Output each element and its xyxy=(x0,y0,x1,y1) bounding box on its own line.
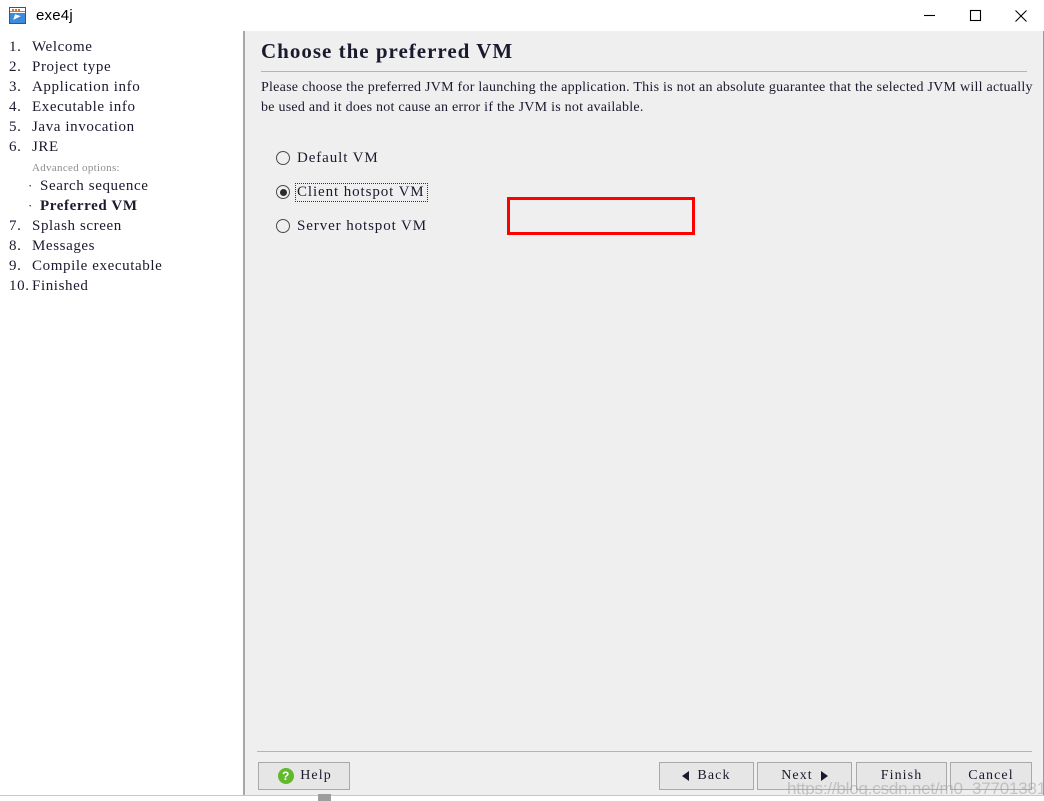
sidebar-step-application-info[interactable]: 3. Application info xyxy=(0,79,243,99)
sidebar-step-executable-info[interactable]: 4. Executable info xyxy=(0,99,243,119)
help-button-label: Help xyxy=(300,768,332,783)
finish-button[interactable]: Finish xyxy=(856,762,947,790)
exe4j-wizard-window: exe4j 1. Welcome 2. Project type 3. Appl… xyxy=(0,0,1044,801)
wizard-content-panel: Choose the preferred VM Please choose th… xyxy=(245,31,1044,801)
step-label: Executable info xyxy=(32,99,136,115)
step-label: Project type xyxy=(32,59,112,75)
wizard-button-bar: ? Help Back Next Finish Cancel xyxy=(245,752,1043,801)
app-icon-titlebar xyxy=(10,8,25,12)
substep-label: Search sequence xyxy=(40,178,149,194)
page-title: Choose the preferred VM xyxy=(261,39,514,63)
sidebar-step-messages[interactable]: 8. Messages xyxy=(0,238,243,258)
step-label: Messages xyxy=(32,238,96,254)
title-divider xyxy=(261,71,1027,72)
sidebar-step-compile-executable[interactable]: 9. Compile executable xyxy=(0,258,243,278)
step-label: JRE xyxy=(32,139,59,155)
step-label: Splash screen xyxy=(32,218,122,234)
maximize-icon xyxy=(969,9,981,22)
radio-button-icon[interactable] xyxy=(276,151,290,165)
sidebar-step-splash-screen[interactable]: 7. Splash screen xyxy=(0,218,243,238)
radio-button-icon[interactable] xyxy=(276,185,290,199)
cancel-button[interactable]: Cancel xyxy=(950,762,1032,790)
finish-button-label: Finish xyxy=(880,768,923,783)
help-button[interactable]: ? Help xyxy=(258,762,350,790)
sidebar-step-welcome[interactable]: 1. Welcome xyxy=(0,39,243,59)
step-label: Finished xyxy=(32,278,89,294)
step-label: Application info xyxy=(32,79,141,95)
maximize-button[interactable] xyxy=(952,0,998,31)
triangle-left-icon xyxy=(682,771,690,781)
radio-option-server-hotspot-vm[interactable]: Server hotspot VM xyxy=(276,209,696,243)
bullet-icon: · xyxy=(28,198,33,213)
window-title: exe4j xyxy=(36,7,73,24)
radio-option-label: Default VM xyxy=(297,149,379,166)
radio-option-default-vm[interactable]: Default VM xyxy=(276,141,696,175)
step-number: 4. xyxy=(9,99,22,115)
horizontal-scrollbar-thumb[interactable] xyxy=(318,794,331,801)
step-label: Java invocation xyxy=(32,119,135,135)
triangle-right-icon xyxy=(820,771,828,781)
bullet-icon: · xyxy=(28,178,33,193)
sidebar-step-java-invocation[interactable]: 5. Java invocation xyxy=(0,119,243,139)
close-button[interactable] xyxy=(998,0,1044,31)
close-icon xyxy=(1015,9,1027,22)
step-number: 3. xyxy=(9,79,22,95)
help-question-icon: ? xyxy=(278,768,295,784)
step-number: 5. xyxy=(9,119,22,135)
cancel-button-label: Cancel xyxy=(968,768,1014,783)
radio-button-icon[interactable] xyxy=(276,219,290,233)
radio-option-label: Client hotspot VM xyxy=(295,182,428,202)
app-icon-dot xyxy=(12,9,14,11)
next-button-label: Next xyxy=(781,768,813,783)
step-number: 2. xyxy=(9,59,22,75)
substep-label: Preferred VM xyxy=(40,198,138,214)
step-number: 8. xyxy=(9,238,22,254)
back-button[interactable]: Back xyxy=(659,762,754,790)
back-button-label: Back xyxy=(697,768,731,783)
step-number: 10. xyxy=(9,278,30,294)
step-number: 9. xyxy=(9,258,22,274)
sidebar-step-finished[interactable]: 10. Finished xyxy=(0,278,243,298)
window-body: 1. Welcome 2. Project type 3. Applicatio… xyxy=(0,31,1044,801)
wizard-step-sidebar: 1. Welcome 2. Project type 3. Applicatio… xyxy=(0,31,245,801)
title-bar: exe4j xyxy=(0,0,1044,31)
step-label: Welcome xyxy=(32,39,93,55)
step-number: 1. xyxy=(9,39,22,55)
radio-option-label: Server hotspot VM xyxy=(297,217,428,234)
wizard-steps-list: 1. Welcome 2. Project type 3. Applicatio… xyxy=(0,39,243,298)
app-icon-dot xyxy=(15,9,17,11)
page-description: Please choose the preferred JVM for laun… xyxy=(261,80,1033,115)
sidebar-step-jre[interactable]: 6. JRE xyxy=(0,139,243,159)
window-controls xyxy=(906,0,1044,31)
sidebar-substep-search-sequence[interactable]: · Search sequence xyxy=(0,178,243,198)
preferred-vm-radio-group: Default VM Client hotspot VM Server hots… xyxy=(276,141,696,243)
next-button[interactable]: Next xyxy=(757,762,852,790)
radio-option-client-hotspot-vm[interactable]: Client hotspot VM xyxy=(276,175,696,209)
step-number: 6. xyxy=(9,139,22,155)
sidebar-step-project-type[interactable]: 2. Project type xyxy=(0,59,243,79)
minimize-icon xyxy=(923,14,935,17)
step-number: 7. xyxy=(9,218,22,234)
minimize-button[interactable] xyxy=(906,0,952,31)
window-bottom-edge xyxy=(0,795,1044,801)
app-icon-dot xyxy=(18,9,20,11)
advanced-options-heading: Advanced options: xyxy=(32,162,120,174)
step-label: Compile executable xyxy=(32,258,163,274)
sidebar-substep-preferred-vm[interactable]: · Preferred VM xyxy=(0,198,243,218)
exe4j-app-icon xyxy=(9,7,26,24)
